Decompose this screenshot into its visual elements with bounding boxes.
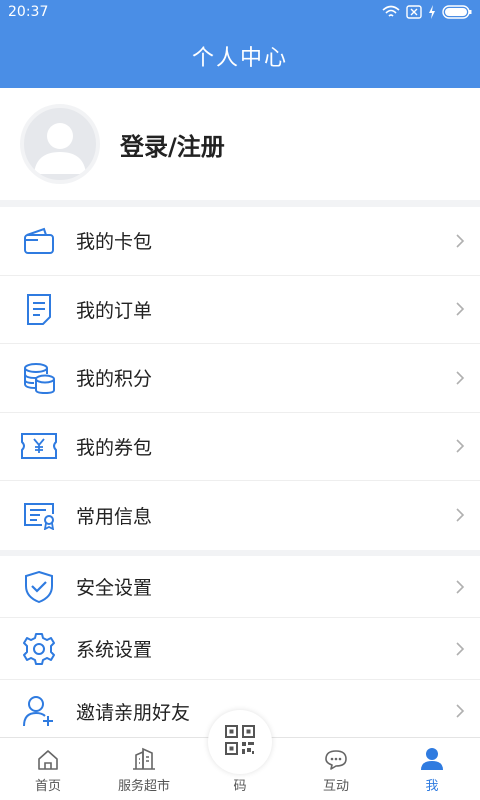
chevron-right-icon [456,641,465,656]
menu-item-common-info[interactable]: 常用信息 [0,481,480,550]
menu-item-label: 我的卡包 [76,231,153,254]
tab-interaction[interactable]: 互动 [288,738,384,800]
qr-button[interactable] [208,710,272,774]
order-icon [27,294,51,326]
chevron-right-icon [456,579,465,594]
wallet-icon [24,227,54,254]
chevron-right-icon [456,302,465,316]
tab-label: 码 [233,779,247,794]
charging-icon [429,5,435,19]
info-card-icon [24,503,55,531]
coins-icon [24,362,55,394]
avatar[interactable] [20,104,100,184]
tab-label: 我 [425,779,439,794]
coupon-icon [21,433,57,460]
status-icons [382,5,472,19]
menu-item-points[interactable]: 我的积分 [0,344,480,413]
chevron-right-icon [456,704,465,718]
menu-item-card-wallet[interactable]: 我的卡包 [0,207,480,276]
battery-icon [442,5,472,19]
menu-item-label: 常用信息 [76,505,153,528]
chat-icon [325,750,347,770]
menu-item-security-settings[interactable]: 安全设置 [0,556,480,618]
invite-user-icon [23,696,53,727]
menu-item-label: 我的积分 [76,368,153,391]
chevron-right-icon [456,439,465,453]
tab-home[interactable]: 首页 [0,738,96,800]
bottom-tab-bar: 首页 服务超市 码 互动 我 [0,710,480,800]
page-header: 个人中心 [0,24,480,88]
tab-me[interactable]: 我 [384,738,480,800]
tab-qr-code[interactable]: 码 [192,710,288,800]
qr-code-icon [225,725,255,755]
profile-section[interactable]: 登录/注册 [0,88,480,200]
menu-item-label: 我的券包 [76,436,153,459]
chevron-right-icon [456,234,465,248]
chevron-right-icon [456,508,465,522]
status-time: 20:37 [8,4,49,20]
default-avatar-icon [34,123,86,174]
login-register-link[interactable]: 登录/注册 [120,127,225,162]
menu-item-label: 我的订单 [76,299,153,322]
wifi-icon [382,5,400,17]
shield-icon [25,570,53,603]
menu-item-system-settings[interactable]: 系统设置 [0,618,480,680]
chevron-right-icon [456,371,465,385]
menu-item-label: 系统设置 [76,639,153,661]
page-title: 个人中心 [191,46,288,71]
status-bar: 20:37 [0,0,480,24]
tab-label: 互动 [322,779,349,794]
user-icon [421,748,443,770]
tab-label: 服务超市 [117,779,170,794]
menu-item-label: 安全设置 [76,577,153,599]
menu-group-account: 我的卡包 我的订单 我的积分 我的券包 常用信息 [0,207,480,550]
menu-item-orders[interactable]: 我的订单 [0,276,480,344]
buildings-icon [133,747,155,770]
tab-label: 首页 [34,779,61,794]
gear-icon [23,632,55,665]
home-icon [38,750,58,770]
menu-item-coupons[interactable]: 我的券包 [0,413,480,481]
sim-off-icon [406,5,422,19]
tab-service-market[interactable]: 服务超市 [96,738,192,800]
